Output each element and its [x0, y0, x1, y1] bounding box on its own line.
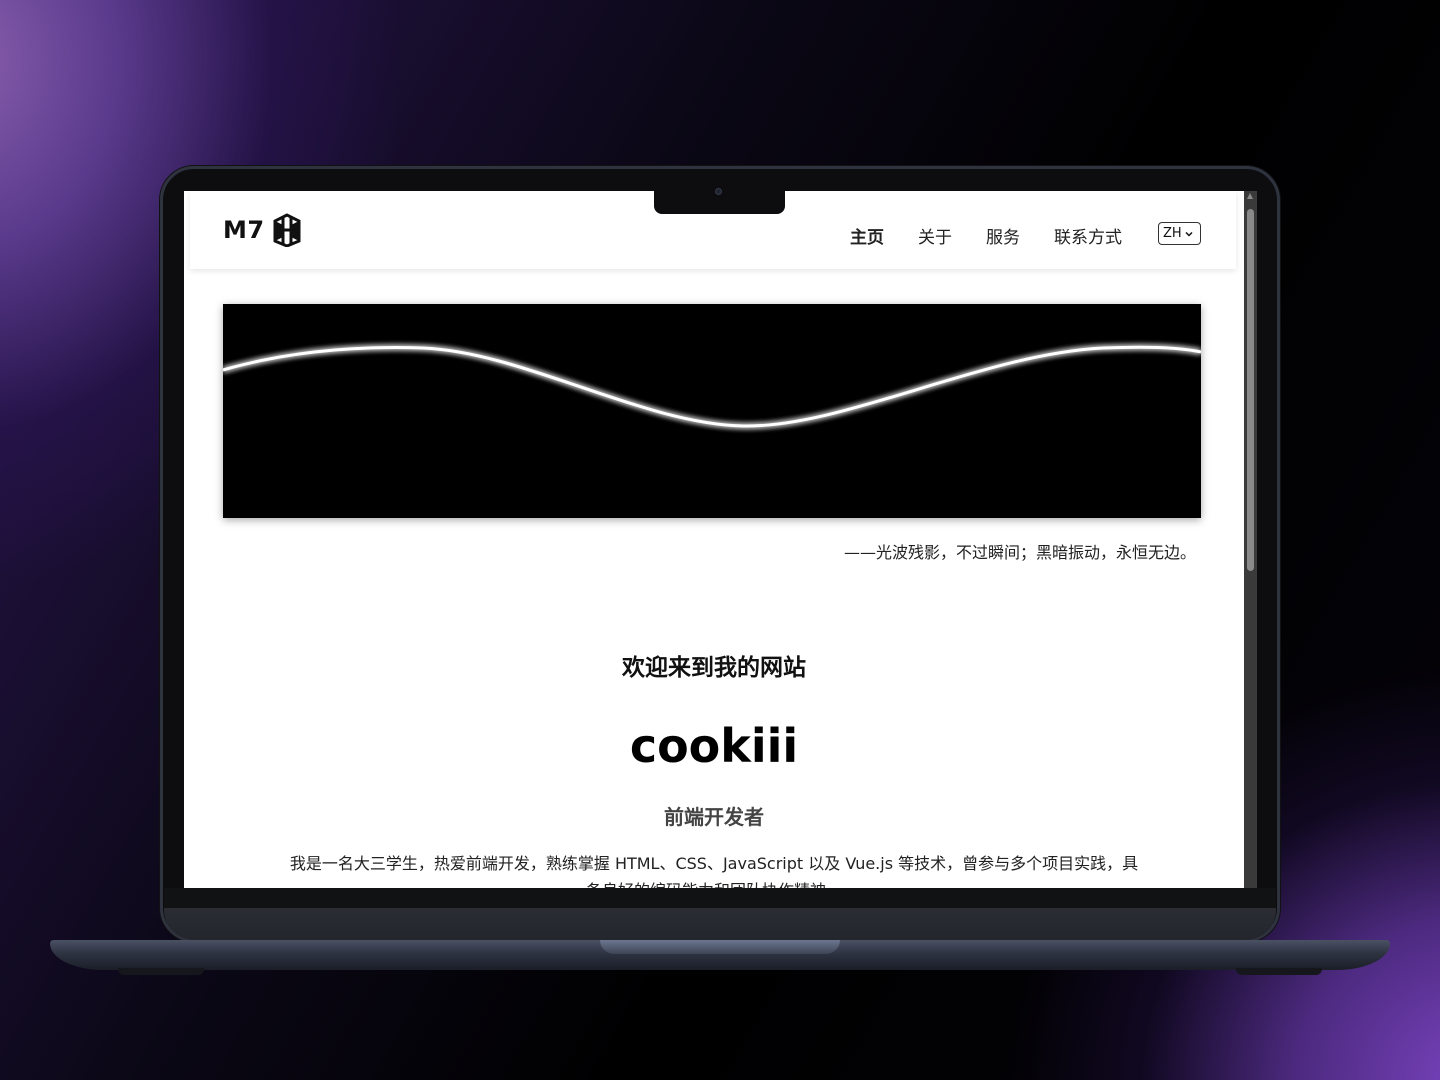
browser-viewport: M7 主页 关于 服务 联系方式 ZH ——光波残影，不过瞬间；黑暗振动，永恒无… [184, 191, 1244, 888]
logo-text: M7 [223, 216, 265, 244]
author-name: cookiii [629, 719, 799, 773]
nav-link-services[interactable]: 服务 [986, 223, 1020, 248]
hero-wave-banner [222, 304, 1202, 518]
laptop-bezel-bottom [164, 888, 1276, 940]
nav-link-home[interactable]: 主页 [850, 223, 884, 248]
laptop-trackpad-notch [600, 940, 840, 954]
welcome-heading: 欢迎来到我的网站 [622, 655, 806, 681]
nav-link-about[interactable]: 关于 [918, 223, 952, 248]
light-wave [222, 345, 1202, 428]
site-logo[interactable]: M7 [223, 213, 303, 247]
laptop-foot-right [1236, 968, 1322, 975]
hero-quote: ——光波残影，不过瞬间；黑暗振动，永恒无边。 [843, 543, 1196, 562]
page-scrollbar[interactable] [1244, 191, 1257, 888]
nav-links: 主页 关于 服务 联系方式 [850, 223, 1156, 248]
scrollbar-thumb[interactable] [1247, 209, 1254, 571]
camera-notch [654, 188, 785, 214]
author-bio: 我是一名大三学生，热爱前端开发，熟练掌握 HTML、CSS、JavaScript… [289, 854, 1139, 888]
author-role: 前端开发者 [664, 805, 764, 829]
logo-icon [273, 213, 301, 247]
scroll-up-arrow-icon[interactable] [1247, 193, 1253, 199]
camera-icon [715, 188, 722, 195]
language-select[interactable]: ZH [1158, 222, 1201, 245]
chevron-down-icon [1185, 231, 1193, 237]
nav-link-contact[interactable]: 联系方式 [1054, 223, 1122, 248]
language-select-value: ZH [1163, 226, 1182, 241]
laptop-foot-left [118, 968, 204, 975]
